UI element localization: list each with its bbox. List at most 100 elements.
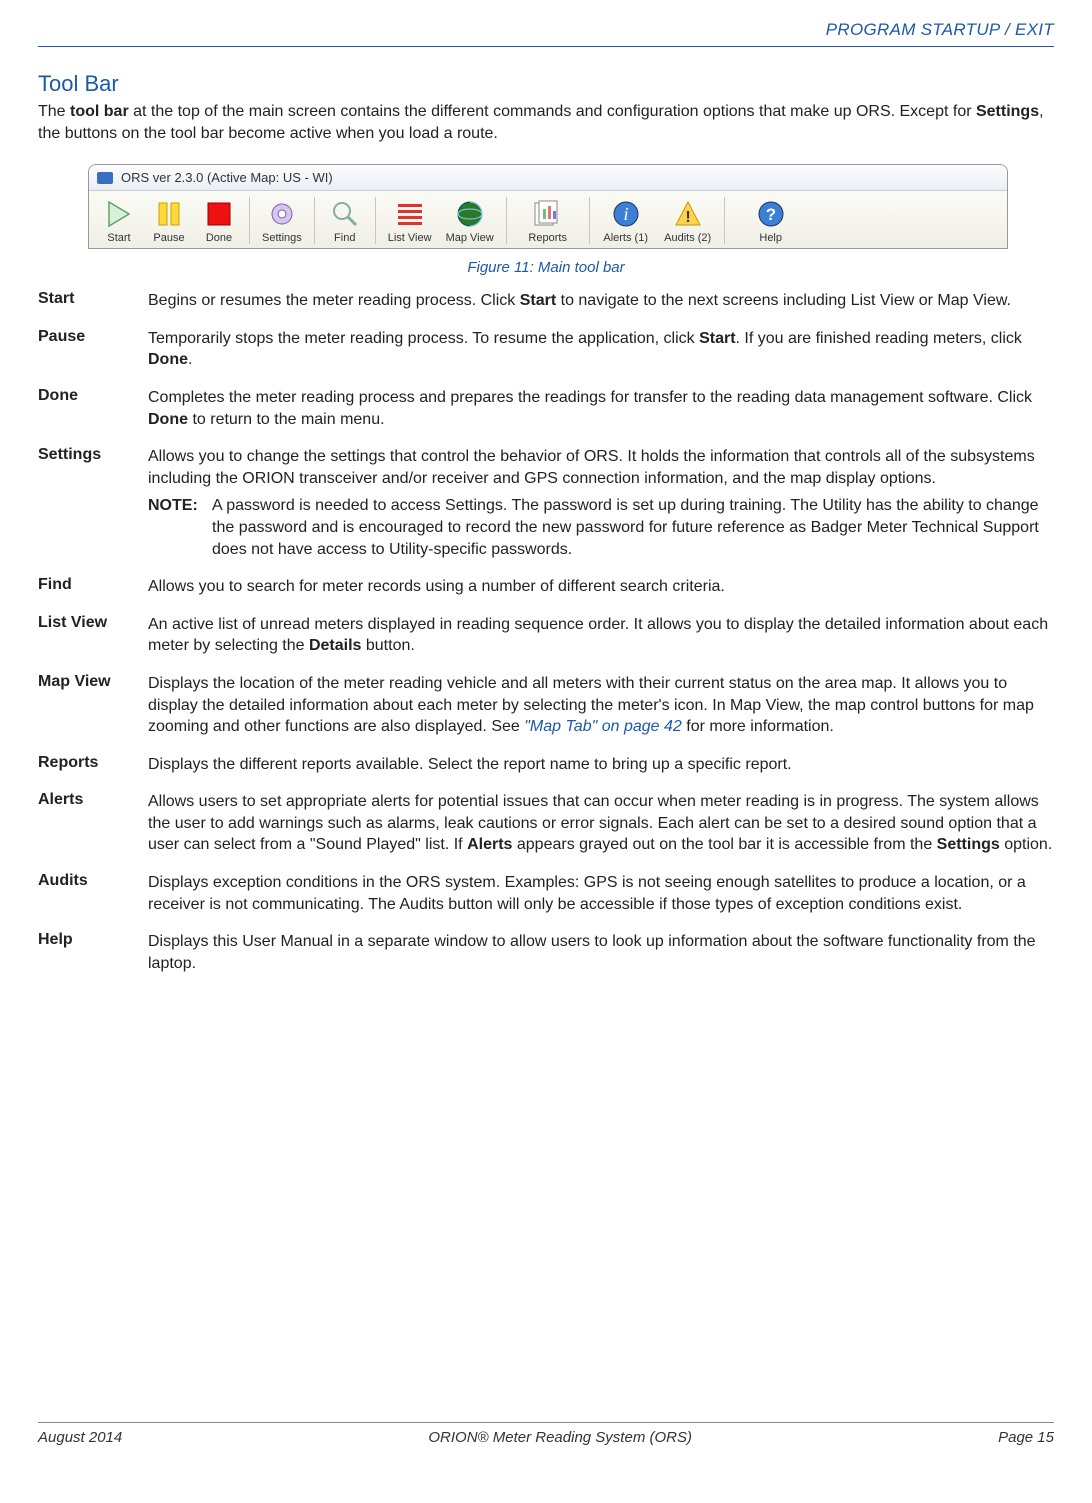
text: . [188,351,192,368]
term-done: Done [38,387,138,430]
desc-settings: Allows you to change the settings that c… [148,446,1054,560]
map-view-button[interactable]: Map View [440,195,500,246]
text: Allows you to change the settings that c… [148,448,1035,487]
bold-text: Details [309,637,361,654]
separator [724,197,725,244]
bold-text: Start [520,292,556,309]
term-alerts: Alerts [38,791,138,856]
toolbar-row: Start Pause Done Settings [89,191,1007,248]
button-label: Find [334,232,355,244]
intro-paragraph: The tool bar at the top of the main scre… [38,101,1054,144]
desc-reports: Displays the different reports available… [148,754,1054,776]
desc-alerts: Allows users to set appropriate alerts f… [148,791,1054,856]
help-button[interactable]: ? Help [731,195,811,246]
list-view-button[interactable]: List View [382,195,438,246]
reports-icon [531,197,565,231]
section-title: Tool Bar [38,71,1054,97]
bold-text: Settings [937,836,1000,853]
text: The [38,103,70,120]
find-button[interactable]: Find [321,195,369,246]
separator [506,197,507,244]
term-find: Find [38,576,138,598]
term-pause: Pause [38,328,138,371]
pause-button[interactable]: Pause [145,195,193,246]
help-icon: ? [754,197,788,231]
text: Begins or resumes the meter reading proc… [148,292,520,309]
text: appears grayed out on the tool bar it is… [512,836,936,853]
desc-pause: Temporarily stops the meter reading proc… [148,328,1054,371]
audits-button[interactable]: ! Audits (2) [658,195,718,246]
globe-icon [453,197,487,231]
text: Temporarily stops the meter reading proc… [148,330,699,347]
text: to return to the main menu. [188,411,385,428]
text: Displays the different reports available… [148,756,792,773]
text: Allows you to search for meter records u… [148,578,725,595]
footer-date: August 2014 [38,1429,122,1446]
window-titlebar: ORS ver 2.3.0 (Active Map: US - WI) [89,165,1007,191]
text: An active list of unread meters displaye… [148,616,1048,655]
button-label: Audits (2) [664,232,711,244]
term-start: Start [38,290,138,312]
app-icon [97,172,113,184]
text: Completes the meter reading process and … [148,389,1032,406]
text: option. [1000,836,1052,853]
page-footer: August 2014 ORION® Meter Reading System … [38,1422,1054,1446]
term-list-view: List View [38,614,138,657]
bold-text: Settings [976,103,1039,120]
desc-find: Allows you to search for meter records u… [148,576,1054,598]
pause-icon [152,197,186,231]
text: Displays this User Manual in a separate … [148,933,1036,972]
separator [249,197,250,244]
text: Displays exception conditions in the ORS… [148,874,1026,913]
term-help: Help [38,931,138,974]
cross-reference-link[interactable]: "Map Tab" on page 42 [524,718,682,735]
reports-button[interactable]: Reports [513,195,583,246]
button-label: List View [388,232,432,244]
separator [589,197,590,244]
warning-icon: ! [671,197,705,231]
play-icon [102,197,136,231]
stop-icon [202,197,236,231]
bold-text: tool bar [70,103,129,120]
bold-text: Alerts [467,836,512,853]
text: at the top of the main screen contains t… [129,103,976,120]
toolbar-figure: ORS ver 2.3.0 (Active Map: US - WI) Star… [88,164,1008,249]
bold-text: Done [148,351,188,368]
list-icon [393,197,427,231]
text: for more information. [682,718,834,735]
desc-list-view: An active list of unread meters displaye… [148,614,1054,657]
button-label: Settings [262,232,302,244]
desc-audits: Displays exception conditions in the ORS… [148,872,1054,915]
term-audits: Audits [38,872,138,915]
toolbar-window: ORS ver 2.3.0 (Active Map: US - WI) Star… [88,164,1008,249]
button-label: Start [107,232,130,244]
footer-page-number: Page 15 [998,1429,1054,1446]
text: to navigate to the next screens includin… [556,292,1011,309]
button-label: Map View [446,232,494,244]
settings-button[interactable]: Settings [256,195,308,246]
button-label: Help [759,232,782,244]
definition-list: Start Begins or resumes the meter readin… [38,290,1054,974]
term-reports: Reports [38,754,138,776]
desc-help: Displays this User Manual in a separate … [148,931,1054,974]
svg-text:?: ? [765,205,775,224]
button-label: Reports [528,232,567,244]
alerts-button[interactable]: i Alerts (1) [596,195,656,246]
note-label: NOTE: [148,495,204,560]
button-label: Done [206,232,232,244]
titlebar-text: ORS ver 2.3.0 (Active Map: US - WI) [121,170,333,185]
note-text: A password is needed to access Settings.… [212,495,1054,560]
button-label: Alerts (1) [603,232,648,244]
text: . If you are finished reading meters, cl… [736,330,1022,347]
search-icon [328,197,362,231]
text: button. [361,637,414,654]
separator [314,197,315,244]
term-settings: Settings [38,446,138,560]
done-button[interactable]: Done [195,195,243,246]
start-button[interactable]: Start [95,195,143,246]
gear-icon [265,197,299,231]
desc-done: Completes the meter reading process and … [148,387,1054,430]
desc-start: Begins or resumes the meter reading proc… [148,290,1054,312]
svg-text:i: i [623,204,628,224]
separator [375,197,376,244]
